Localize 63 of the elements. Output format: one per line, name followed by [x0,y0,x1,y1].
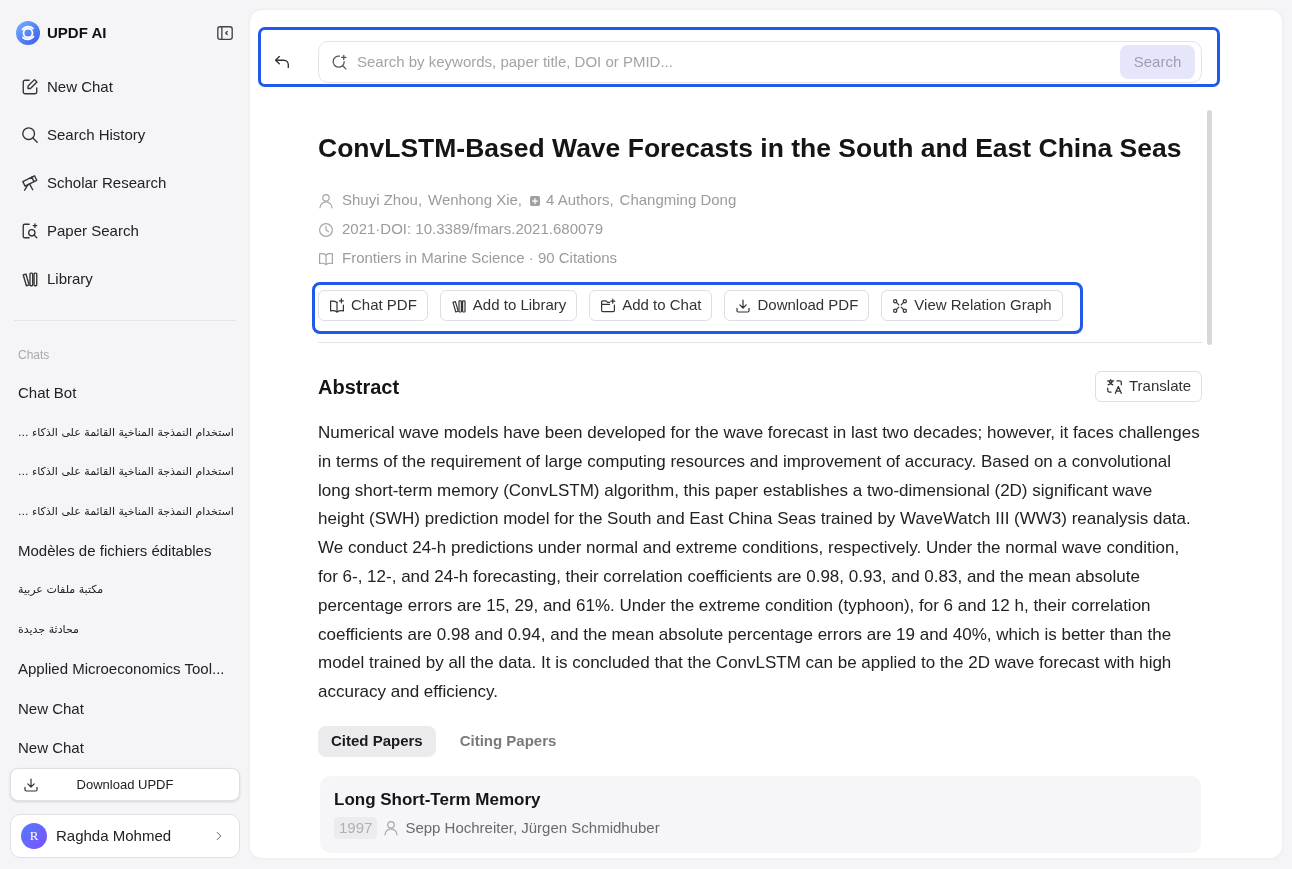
download-icon [735,297,752,314]
author-count: 4 Authors, [546,190,614,211]
chat-item[interactable]: Modèles de fichiers éditables [18,531,212,571]
action-button[interactable]: Download PDF [724,290,870,321]
edit-icon [21,78,39,96]
journal-info: Frontiers in Marine Science · 90 Citations [342,248,618,269]
chat-item[interactable]: استخدام النمذجة المناخية القائمة على الذكاء ... [18,452,234,493]
book-sparkle-icon [329,297,345,314]
chat-item[interactable]: New Chat [18,728,84,768]
nav-item[interactable]: Library [21,255,93,303]
chat-item[interactable]: مكتبة ملفات عربية [18,570,104,611]
action-button[interactable]: Add to Chat [589,290,713,321]
author-names: Sepp Hochreiter, Jürgen Schmidhuber [405,817,660,838]
logo-icon [16,21,40,45]
chat-item[interactable]: محادثة جديدة [18,610,79,650]
sidebar-toggle-icon[interactable] [216,24,234,42]
nav-item[interactable]: Search History [21,111,146,159]
author-name: Shuyi Zhou, [342,190,423,211]
chat-item[interactable]: استخدام النمذجة المناخية القائمة على الذكاء ... [18,413,234,453]
download-button[interactable]: Download UPDF [10,768,240,801]
books-icon [450,297,467,314]
nav-item[interactable]: New Chat [21,63,113,111]
translate-button[interactable]: Translate [1095,371,1202,402]
plus-square-icon [530,195,540,206]
person-icon [318,192,334,209]
chat-item[interactable]: New Chat [18,689,84,729]
search-icon [21,126,39,144]
section-heading: Abstract [318,374,400,400]
search-sparkle-icon [331,53,348,71]
tab[interactable]: Citing Papers [446,725,570,757]
tab[interactable]: Cited Papers [318,725,436,757]
download-icon [23,776,39,793]
section-label: Chats [18,347,51,364]
action-button[interactable]: Chat PDF [318,290,428,321]
chat-item[interactable]: Chat Bot [18,374,77,414]
back-arrow-icon[interactable] [273,53,291,71]
author-name: Wenhong Xie, [428,190,522,211]
action-button[interactable]: View Relation Graph [881,290,1063,321]
action-button[interactable]: Add to Library [439,290,578,321]
user-button[interactable]: R Raghda Mohmed [10,814,240,858]
scrollbar-thumb[interactable] [1207,110,1212,345]
paper-card[interactable]: Long Short-Term Memory 1997 Sepp Hochreiter, Jürgen Schmidhuber [320,775,1201,853]
author-name: Changming Dong [619,190,737,211]
document-search-icon [21,222,39,240]
publication-info: 2021·DOI: 10.3389/fmars.2021.680079 [342,219,603,240]
nav-item[interactable]: Paper Search [21,207,139,255]
abstract-text: Numerical wave models have been developed for the wave forecast in last two decades; however, it faces challenges in terms of the requirement of large computing resources and improvement of accuracy. Based on a convolutional long short-term memory (ConvLSTM) algorithm, this paper establishes a two-dimensional (2D) significant wave height (SWH) prediction model for the South and East China Seas trained by WaveWatch III (WW3) reanalysis data. We conduct 24-h predictions under normal and extreme conditions, respectively. Under the normal wave condition, for 6-, 12-, and 24-h forecasting, their correlation coefficients are 0.98, 0.93, and 0.83, and the mean absolute percentage errors are 15, 29, and 61%. Under the extreme condition (typhoon), for 6 and 12 h, their correlation coefficients are 0.98 and 0.94, and the mean absolute percentage errors are 19 and 40%, which is better than the model trained by all the data. It is concluded that the ConvLSTM can be applied to the 2D wave forecast with high accuracy and efficiency. [318,422,1201,704]
year-badge: 1997 [334,816,378,839]
avatar: R [21,823,47,849]
telescope-icon [21,174,39,192]
folder-sparkle-icon [600,297,617,314]
clock-icon [318,221,334,238]
paper-title: ConvLSTM-Based Wave Forecasts in the South and East China Seas [318,132,1183,165]
app-name: UPDF AI [47,22,107,43]
books-icon [21,270,39,288]
book-icon [318,250,334,267]
nav-item[interactable]: Scholar Research [21,159,167,207]
graph-icon [892,297,909,314]
chat-item[interactable]: Applied Microeconomics Tool... [18,649,225,690]
chat-item[interactable]: استخدام النمذجة المناخية القائمة على الذكاء ... [18,492,234,532]
person-icon [383,819,400,836]
translate-icon [1106,378,1123,395]
paper-card-title: Long Short-Term Memory [334,788,542,811]
